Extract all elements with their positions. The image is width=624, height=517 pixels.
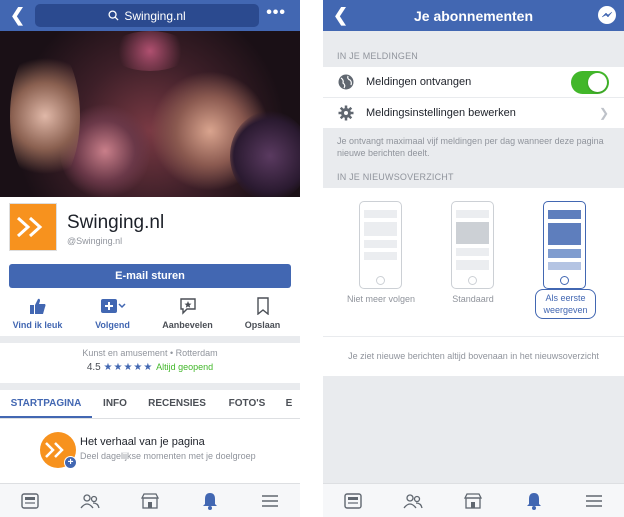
edit-notification-settings-row[interactable]: Meldingsinstellingen bewerken ❯ (323, 98, 624, 129)
follow-icon (100, 299, 126, 313)
recommend-icon (179, 298, 196, 315)
like-label: Vind ik leuk (12, 320, 63, 330)
tab-recensies[interactable]: RECENSIES (138, 390, 216, 418)
search-icon (108, 10, 119, 21)
menu-icon[interactable] (583, 490, 605, 512)
receive-notifications-label: Meldingen ontvangen (366, 76, 472, 88)
action-bar: Vind ik leuk Volgend Aanbevelen Opslaan (0, 296, 300, 336)
search-value: Swinging.nl (124, 8, 186, 23)
messenger-icon[interactable] (598, 6, 616, 24)
top-bar: ❮ Je abonnementen (323, 0, 624, 31)
tab-startpagina[interactable]: STARTPAGINA (0, 390, 92, 418)
story-subtitle: Deel dagelijkse momenten met je doelgroe… (80, 451, 256, 461)
back-icon[interactable]: ❮ (10, 5, 25, 25)
add-icon: + (64, 456, 77, 469)
see-first-option-label[interactable]: Als eerste weergeven (535, 289, 596, 319)
newsfeed-note: Je ziet nieuwe berichten altijd bovenaan… (323, 336, 624, 376)
divider (0, 383, 300, 390)
default-option-label[interactable]: Standaard (433, 294, 513, 304)
search-field[interactable]: Swinging.nl (35, 4, 259, 27)
category-location: Kunst en amusement • Rotterdam (82, 348, 218, 358)
divider (0, 336, 300, 343)
friends-icon[interactable] (402, 490, 424, 512)
top-bar: ❮ Swinging.nl ••• (0, 0, 300, 31)
receive-notifications-row: Meldingen ontvangen (323, 67, 624, 98)
menu-icon[interactable] (259, 490, 281, 512)
save-button[interactable]: Opslaan (225, 296, 300, 336)
save-label: Opslaan (244, 320, 281, 330)
like-button[interactable]: Vind ik leuk (0, 296, 75, 336)
bookmark-icon (256, 297, 269, 315)
page-logo[interactable] (9, 203, 57, 251)
page-story[interactable]: + Het verhaal van je pagina Deel dagelij… (0, 419, 300, 479)
screen-title: Je abonnementen (413, 8, 534, 24)
section-header-notifications: IN JE MELDINGEN (337, 51, 419, 61)
friends-icon[interactable] (79, 490, 101, 512)
unfollow-option-label[interactable]: Niet meer volgen (341, 294, 421, 304)
bottom-nav (0, 483, 300, 517)
page-handle: @Swinging.nl (67, 236, 123, 246)
newsfeed-options: Niet meer volgen Standaard Als eerste we… (323, 188, 624, 336)
page-tabs: STARTPAGINA INFO RECENSIES FOTO'S E (0, 390, 300, 419)
chevron-right-icon: ❯ (598, 106, 609, 120)
opening-status: Altijd geopend (156, 362, 214, 372)
notifications-toggle[interactable] (571, 71, 609, 94)
bottom-nav (323, 483, 624, 517)
follow-button[interactable]: Volgend (75, 296, 150, 336)
see-first-option-phone-icon[interactable] (543, 201, 586, 289)
rating-stars: ★★★★★ (103, 362, 154, 373)
recommend-button[interactable]: Aanbevelen (150, 296, 225, 336)
notifications-icon[interactable] (199, 490, 221, 512)
marketplace-icon[interactable] (462, 490, 484, 512)
cover-photo[interactable] (0, 31, 300, 197)
marketplace-icon[interactable] (139, 490, 161, 512)
news-feed-icon[interactable] (19, 490, 41, 512)
notifications-icon[interactable] (523, 490, 545, 512)
page-screen: ❮ Swinging.nl ••• Swinging.nl @Swinging.… (0, 0, 300, 517)
more-icon[interactable]: ••• (266, 4, 286, 22)
tab-more[interactable]: E (278, 390, 300, 418)
email-button[interactable]: E-mail sturen (9, 264, 291, 288)
default-option-phone-icon[interactable] (451, 201, 494, 289)
thumbs-up-icon (29, 298, 45, 314)
tab-fotos[interactable]: FOTO'S (216, 390, 278, 418)
recommend-label: Aanbevelen (162, 320, 213, 330)
edit-notification-settings-label: Meldingsinstellingen bewerken (366, 107, 516, 119)
rating-score: 4.5 (86, 362, 101, 373)
story-title: Het verhaal van je pagina (80, 436, 205, 448)
section-header-newsfeed: IN JE NIEUWSOVERZICHT (337, 172, 454, 182)
globe-icon (338, 74, 354, 90)
logo-arrows-icon (16, 216, 43, 238)
gear-icon (338, 105, 354, 121)
unfollow-option-phone-icon[interactable] (359, 201, 402, 289)
tab-info[interactable]: INFO (92, 390, 138, 418)
subscriptions-screen: ❮ Je abonnementen IN JE MELDINGEN Meldin… (323, 0, 624, 517)
news-feed-icon[interactable] (342, 490, 364, 512)
panel-gap (300, 0, 323, 517)
notifications-note: Je ontvangt maximaal vijf meldingen per … (337, 136, 604, 158)
rating-row[interactable]: 4.5 ★★★★★ Altijd geopend (0, 362, 300, 373)
follow-label: Volgend (95, 320, 130, 330)
page-header: Swinging.nl @Swinging.nl (0, 197, 300, 265)
page-name: Swinging.nl (67, 212, 165, 233)
